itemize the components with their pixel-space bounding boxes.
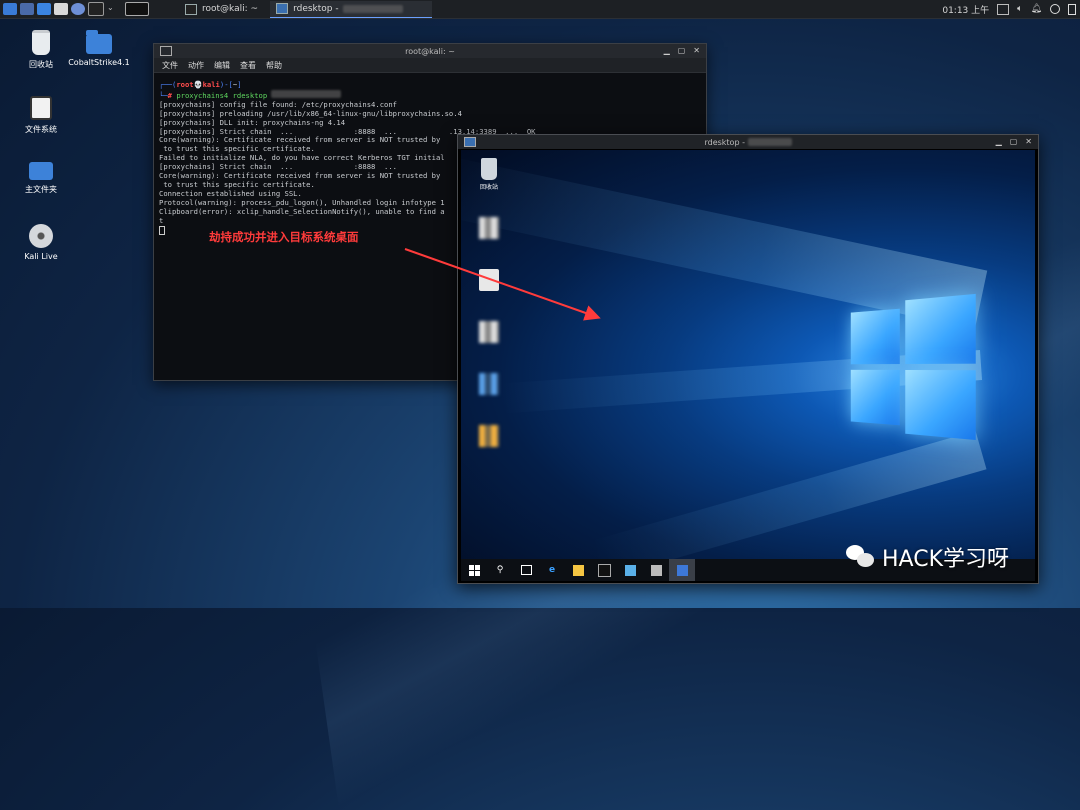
- text-editor-icon[interactable]: [54, 3, 68, 15]
- rdesktop-window[interactable]: rdesktop - ▁ ▢ ✕ 回收站 ⚲ e: [457, 134, 1039, 584]
- task-rdesktop[interactable]: rdesktop -: [270, 0, 433, 18]
- volume-icon[interactable]: 🔈︎: [1017, 4, 1022, 14]
- server-manager-button[interactable]: [643, 559, 669, 581]
- remote-icon-pixelated[interactable]: [469, 217, 509, 239]
- top-panel: ⌄ root@kali: ~ rdesktop - 01:13 上午 🔈︎ 🔔︎: [0, 0, 1080, 19]
- desktop-icon-label: 主文件夹: [25, 185, 57, 194]
- drive-icon: [30, 96, 52, 120]
- display-icon[interactable]: [997, 3, 1010, 15]
- prompt-line: ┌──(root💀kali)-[~]: [159, 80, 242, 89]
- terminal-menubar: 文件 动作 编辑 查看 帮助: [154, 58, 706, 73]
- disc-icon: [29, 224, 53, 248]
- redacted-host: [342, 4, 403, 13]
- watermark: HACK学习呀: [846, 541, 1009, 573]
- windows-logo: [850, 293, 977, 441]
- kali-menu-icon[interactable]: [3, 3, 17, 15]
- rdesktop-title-wrap: rdesktop -: [458, 138, 1038, 147]
- rdesktop-title: rdesktop -: [704, 137, 745, 147]
- power-icon[interactable]: [1050, 4, 1060, 14]
- terminal-titlebar[interactable]: root@kali: ~ ▁ ▢ ✕: [154, 44, 706, 58]
- terminal-cursor: [159, 225, 165, 235]
- folder-icon: [86, 30, 112, 54]
- close-button[interactable]: ✕: [1025, 137, 1032, 146]
- wechat-icon: [846, 545, 876, 569]
- edge-button[interactable]: e: [539, 559, 565, 581]
- minimize-button[interactable]: ▁: [996, 137, 1002, 146]
- watermark-text: HACK学习呀: [882, 547, 1009, 572]
- menu-help[interactable]: 帮助: [266, 60, 282, 71]
- pixelated-icon: [479, 425, 499, 447]
- search-icon: ⚲: [496, 565, 504, 575]
- rdesktop-icon: [276, 3, 289, 14]
- desktop-icon-kali-live[interactable]: Kali Live: [6, 224, 76, 261]
- lock-icon[interactable]: [1068, 3, 1076, 15]
- task-terminal-label: root@kali: ~: [202, 4, 259, 14]
- remote-desktop[interactable]: 回收站: [461, 150, 1035, 559]
- desktop-icon-label: CobaltStrike4.1: [68, 58, 130, 67]
- annotation-text: 劫持成功并进入目标系统桌面: [209, 230, 359, 244]
- chevron-down-icon[interactable]: ⌄: [107, 3, 115, 15]
- notification-icon[interactable]: 🔔︎: [1031, 4, 1042, 14]
- menu-file[interactable]: 文件: [162, 60, 178, 71]
- menu-edit[interactable]: 编辑: [214, 60, 230, 71]
- desktop-icon-label: 文件系统: [25, 125, 57, 134]
- task-terminal[interactable]: root@kali: ~: [179, 1, 264, 17]
- terminal-title: root@kali: ~: [405, 46, 455, 56]
- recycle-bin-icon: [481, 158, 497, 180]
- task-rdesktop-label: rdesktop -: [293, 3, 339, 14]
- home-folder-icon: [29, 162, 53, 180]
- folder-icon: [572, 564, 584, 576]
- browser-icon[interactable]: [71, 3, 85, 15]
- trash-icon: [32, 30, 50, 55]
- explorer-button[interactable]: [565, 559, 591, 581]
- remote-icon-control-panel[interactable]: [469, 269, 509, 291]
- task-view-icon: [520, 565, 532, 575]
- edge-icon: e: [548, 565, 556, 575]
- remote-desktop-icons: 回收站: [469, 158, 509, 477]
- search-button[interactable]: ⚲: [487, 559, 513, 581]
- pixelated-icon: [479, 321, 499, 343]
- desktop-icon-cobaltstrike[interactable]: CobaltStrike4.1: [64, 30, 134, 67]
- app-icon: [676, 564, 688, 576]
- server-icon: [650, 564, 662, 576]
- file-manager-icon[interactable]: [37, 3, 51, 15]
- remote-icon-pixelated[interactable]: [469, 425, 509, 447]
- light-beam: [590, 430, 987, 559]
- workspace-switcher[interactable]: [125, 2, 149, 16]
- windows-icon: [468, 564, 480, 576]
- remote-recycle-bin[interactable]: 回收站: [469, 158, 509, 191]
- desktop-icon-home[interactable]: 主文件夹: [6, 162, 76, 195]
- rdesktop-titlebar[interactable]: rdesktop - ▁ ▢ ✕: [458, 135, 1038, 149]
- minimize-button[interactable]: ▁: [664, 46, 670, 55]
- windows-start-button[interactable]: [461, 559, 487, 581]
- pixelated-icon: [479, 217, 499, 239]
- pixelated-icon: [479, 373, 499, 395]
- task-view-button[interactable]: [513, 559, 539, 581]
- clock[interactable]: 01:13 上午: [942, 3, 989, 16]
- remote-desktop-icon: [624, 564, 636, 576]
- menu-view[interactable]: 查看: [240, 60, 256, 71]
- maximize-button[interactable]: ▢: [678, 46, 686, 55]
- show-desktop-icon[interactable]: [20, 3, 34, 15]
- menu-actions[interactable]: 动作: [188, 60, 204, 71]
- desktop-icon-label: Kali Live: [24, 252, 58, 261]
- rdp-button[interactable]: [617, 559, 643, 581]
- maximize-button[interactable]: ▢: [1010, 137, 1018, 146]
- close-button[interactable]: ✕: [693, 46, 700, 55]
- remote-icon-pixelated[interactable]: [469, 373, 509, 395]
- control-panel-icon: [479, 269, 499, 291]
- terminal-icon: [185, 3, 197, 15]
- desktop-icon-filesystem[interactable]: 文件系统: [6, 96, 76, 135]
- remote-icon-pixelated[interactable]: [469, 321, 509, 343]
- cmd-icon: [597, 563, 611, 577]
- cmd-button[interactable]: [591, 559, 617, 581]
- active-app-button[interactable]: [669, 559, 695, 581]
- remote-recycle-label: 回收站: [479, 184, 498, 191]
- terminal-launcher-icon[interactable]: [88, 2, 104, 16]
